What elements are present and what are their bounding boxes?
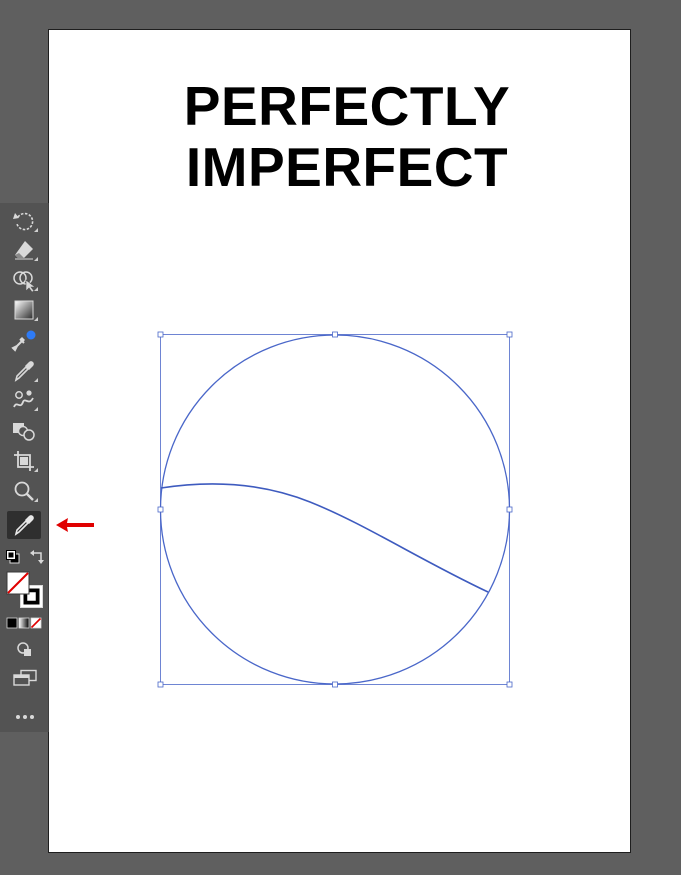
eyedropper-icon — [14, 361, 34, 382]
blend-tool[interactable] — [7, 386, 41, 414]
resize-handle[interactable] — [506, 331, 513, 338]
zoom-tool[interactable] — [7, 477, 41, 505]
eraser-icon — [15, 241, 33, 260]
artboard-icon — [14, 451, 34, 471]
recolor-icon — [11, 330, 36, 352]
resize-handle[interactable] — [506, 506, 513, 513]
circle-shape[interactable] — [159, 334, 511, 685]
eyedropper-tool[interactable] — [7, 357, 41, 385]
resize-handle[interactable] — [506, 681, 513, 688]
resize-handle[interactable] — [157, 331, 164, 338]
shapes-icon — [13, 423, 35, 441]
rotate-icon — [13, 212, 34, 231]
tool-group-indicator — [34, 407, 38, 411]
color-mode-buttons[interactable] — [6, 617, 44, 630]
tool-group-indicator — [34, 317, 38, 321]
gradient-icon — [14, 300, 34, 320]
tool-group-indicator — [34, 228, 38, 232]
resize-handle[interactable] — [157, 681, 164, 688]
shapes-tool[interactable] — [7, 417, 41, 445]
artwork-layer — [157, 331, 513, 688]
resize-handle[interactable] — [332, 331, 338, 338]
resize-handle[interactable] — [157, 506, 164, 513]
tool-group-indicator — [34, 498, 38, 502]
eyedropper-icon — [14, 515, 34, 536]
draw-mode-icon[interactable] — [15, 640, 35, 658]
tool-group-indicator — [34, 257, 38, 261]
screen-mode-icon[interactable] — [12, 669, 38, 687]
shape-builder-icon — [13, 271, 36, 292]
tools-panel — [0, 203, 49, 732]
red-arrow-icon — [56, 518, 94, 532]
artboard-tool[interactable] — [7, 447, 41, 475]
eyedropper-tool-selected[interactable] — [7, 511, 41, 539]
eraser-tool[interactable] — [7, 236, 41, 264]
tool-group-indicator — [34, 468, 38, 472]
resize-handle[interactable] — [332, 681, 338, 688]
gradient-tool[interactable] — [7, 296, 41, 324]
swap-fill-stroke-icon[interactable] — [29, 549, 45, 565]
recolor-tool[interactable] — [7, 327, 41, 355]
fill-stroke-swatches[interactable] — [6, 571, 46, 611]
more-icon[interactable] — [14, 713, 36, 721]
rotate-tool[interactable] — [7, 207, 41, 235]
wave-path[interactable] — [160, 483, 489, 593]
shape-builder-tool[interactable] — [7, 266, 41, 294]
default-fill-stroke-icon[interactable] — [5, 549, 21, 565]
tool-group-indicator — [34, 378, 38, 382]
selection-bounding-box[interactable] — [157, 331, 513, 688]
zoom-icon — [14, 481, 34, 501]
tool-group-indicator — [34, 287, 38, 291]
